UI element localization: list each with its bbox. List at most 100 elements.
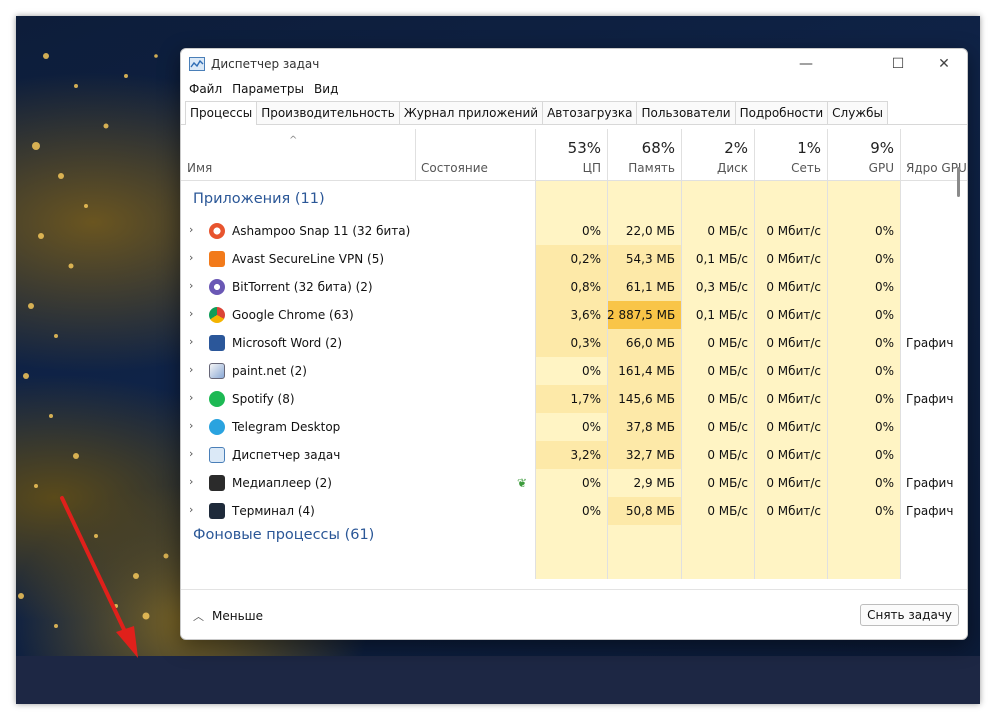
chevron-right-icon[interactable]: › (189, 503, 193, 516)
gpu-value: 0% (874, 224, 894, 238)
header-status[interactable]: Состояние (415, 129, 535, 181)
process-row[interactable]: › paint.net (2) 0% 161,4 МБ 0 МБ/с 0 Мбит/с 0% (181, 357, 967, 385)
chevron-right-icon[interactable]: › (189, 419, 193, 432)
disk-value: 0 МБ/с (707, 420, 748, 434)
maximize-button[interactable]: ☐ (875, 49, 921, 79)
minimize-button[interactable]: — (783, 49, 829, 79)
process-name: Google Chrome (63) (232, 308, 354, 322)
disk-value: 0 МБ/с (707, 448, 748, 462)
process-row[interactable]: › Telegram Desktop 0% 37,8 МБ 0 МБ/с 0 Мбит/с… (181, 413, 967, 441)
title-bar[interactable]: Диспетчер задач — ☐ ✕ (181, 49, 967, 79)
word-icon (209, 335, 225, 351)
cpu-value: 0,2% (570, 252, 602, 266)
process-row[interactable]: › Microsoft Word (2) 0,3% 66,0 МБ 0 МБ/с 0 Мб… (181, 329, 967, 357)
cpu-value: 0% (581, 420, 601, 434)
chevron-right-icon[interactable]: › (189, 307, 193, 320)
memory-value: 66,0 МБ (625, 336, 675, 350)
memory-value: 161,4 МБ (618, 364, 675, 378)
chevron-right-icon[interactable]: › (189, 475, 193, 488)
tab-services[interactable]: Службы (827, 101, 889, 124)
network-value: 0 Мбит/с (766, 392, 821, 406)
vertical-scrollbar-thumb[interactable] (957, 167, 960, 197)
group-apps[interactable]: Приложения (11) (193, 191, 325, 207)
close-button[interactable]: ✕ (921, 49, 967, 79)
header-gpu[interactable]: 9% GPU (827, 129, 900, 181)
menu-file[interactable]: Файл (187, 79, 228, 101)
desktop-background: Диспетчер задач — ☐ ✕ Файл Параметры Вид… (16, 16, 980, 704)
eco-leaf-icon: ❦ (517, 476, 528, 490)
chevron-right-icon[interactable]: › (189, 447, 193, 460)
end-task-button[interactable]: Снять задачу (860, 604, 959, 626)
process-row[interactable]: › Google Chrome (63) 3,6% 2 887,5 МБ 0,1 МБ/… (181, 301, 967, 329)
tab-users[interactable]: Пользователи (636, 101, 736, 124)
media-player-icon (209, 475, 225, 491)
memory-value: 32,7 МБ (625, 448, 675, 462)
minimize-icon: — (799, 56, 813, 72)
header-disk[interactable]: 2% Диск (681, 129, 754, 181)
menu-options[interactable]: Параметры (230, 79, 310, 101)
group-background[interactable]: Фоновые процессы (61) (193, 527, 374, 543)
network-value: 0 Мбит/с (766, 420, 821, 434)
cpu-value: 0,8% (570, 280, 602, 294)
close-icon: ✕ (938, 56, 950, 72)
memory-value: 145,6 МБ (618, 392, 675, 406)
disk-value: 0,1 МБ/с (695, 308, 748, 322)
process-name: Диспетчер задач (232, 448, 341, 462)
process-name: paint.net (2) (232, 364, 307, 378)
footer: ︿ Меньше Снять задачу (181, 589, 967, 639)
tab-processes[interactable]: Процессы (185, 101, 258, 125)
avast-vpn-icon (209, 251, 225, 267)
process-name: Медиаплеер (2) (232, 476, 332, 490)
process-name: BitTorrent (32 бита) (2) (232, 280, 373, 294)
maximize-icon: ☐ (891, 56, 905, 72)
fewer-details-button[interactable]: ︿ Меньше (193, 608, 263, 624)
disk-value: 0 МБ/с (707, 392, 748, 406)
disk-value: 0,3 МБ/с (695, 280, 748, 294)
gpu-value: 0% (874, 504, 894, 518)
disk-value: 0,1 МБ/с (695, 252, 748, 266)
menu-view[interactable]: Вид (312, 79, 344, 101)
task-manager-icon (209, 447, 225, 463)
gpu-value: 0% (874, 364, 894, 378)
tab-performance[interactable]: Производительность (256, 101, 400, 124)
process-row[interactable]: › Диспетчер задач 3,2% 32,7 МБ 0 МБ/с 0 Мбит/… (181, 441, 967, 469)
memory-value: 22,0 МБ (625, 224, 675, 238)
chrome-icon (209, 307, 225, 323)
column-separator (415, 129, 416, 181)
gpu-value: 0% (874, 336, 894, 350)
cpu-value: 0,3% (570, 336, 602, 350)
header-name[interactable]: Имя (181, 129, 415, 181)
chevron-right-icon[interactable]: › (189, 391, 193, 404)
process-row[interactable]: › Spotify (8) 1,7% 145,6 МБ 0 МБ/с 0 Мбит/с 0%… (181, 385, 967, 413)
process-row[interactable]: › Терминал (4) 0% 50,8 МБ 0 МБ/с 0 Мбит/с 0% Гр… (181, 497, 967, 525)
chevron-right-icon[interactable]: › (189, 363, 193, 376)
tab-startup[interactable]: Автозагрузка (542, 101, 638, 124)
process-row[interactable]: › BitTorrent (32 бита) (2) 0,8% 61,1 МБ 0,3 … (181, 273, 967, 301)
cpu-value: 1,7% (570, 392, 602, 406)
taskbar[interactable] (16, 656, 980, 704)
memory-value: 50,8 МБ (625, 504, 675, 518)
process-row[interactable]: › Avast SecureLine VPN (5) 0,2% 54,3 МБ 0,1 … (181, 245, 967, 273)
process-row[interactable]: › Медиаплеер (2) ❦ 0% 2,9 МБ 0 МБ/с 0 Мбит/с 0%… (181, 469, 967, 497)
tab-app-history[interactable]: Журнал приложений (398, 101, 544, 124)
process-row[interactable]: › Ashampoo Snap 11 (32 бита) 0% 22,0 МБ 0 МБ… (181, 217, 967, 245)
header-memory[interactable]: 68% Память (607, 129, 681, 181)
memory-value: 2,9 МБ (633, 476, 675, 490)
window-title: Диспетчер задач (211, 57, 320, 71)
header-cpu[interactable]: 53% ЦП (535, 129, 607, 181)
network-value: 0 Мбит/с (766, 364, 821, 378)
tab-details[interactable]: Подробности (734, 101, 829, 124)
gpu-value: 0% (874, 420, 894, 434)
disk-value: 0 МБ/с (707, 504, 748, 518)
chevron-right-icon[interactable]: › (189, 279, 193, 292)
chevron-right-icon[interactable]: › (189, 251, 193, 264)
header-network[interactable]: 1% Сеть (754, 129, 827, 181)
network-value: 0 Мбит/с (766, 476, 821, 490)
memory-value: 37,8 МБ (625, 420, 675, 434)
paintnet-icon (209, 363, 225, 379)
chevron-up-icon: ︿ (193, 610, 204, 623)
network-value: 0 Мбит/с (766, 504, 821, 518)
gpu-value: 0% (874, 252, 894, 266)
chevron-right-icon[interactable]: › (189, 335, 193, 348)
chevron-right-icon[interactable]: › (189, 223, 193, 236)
